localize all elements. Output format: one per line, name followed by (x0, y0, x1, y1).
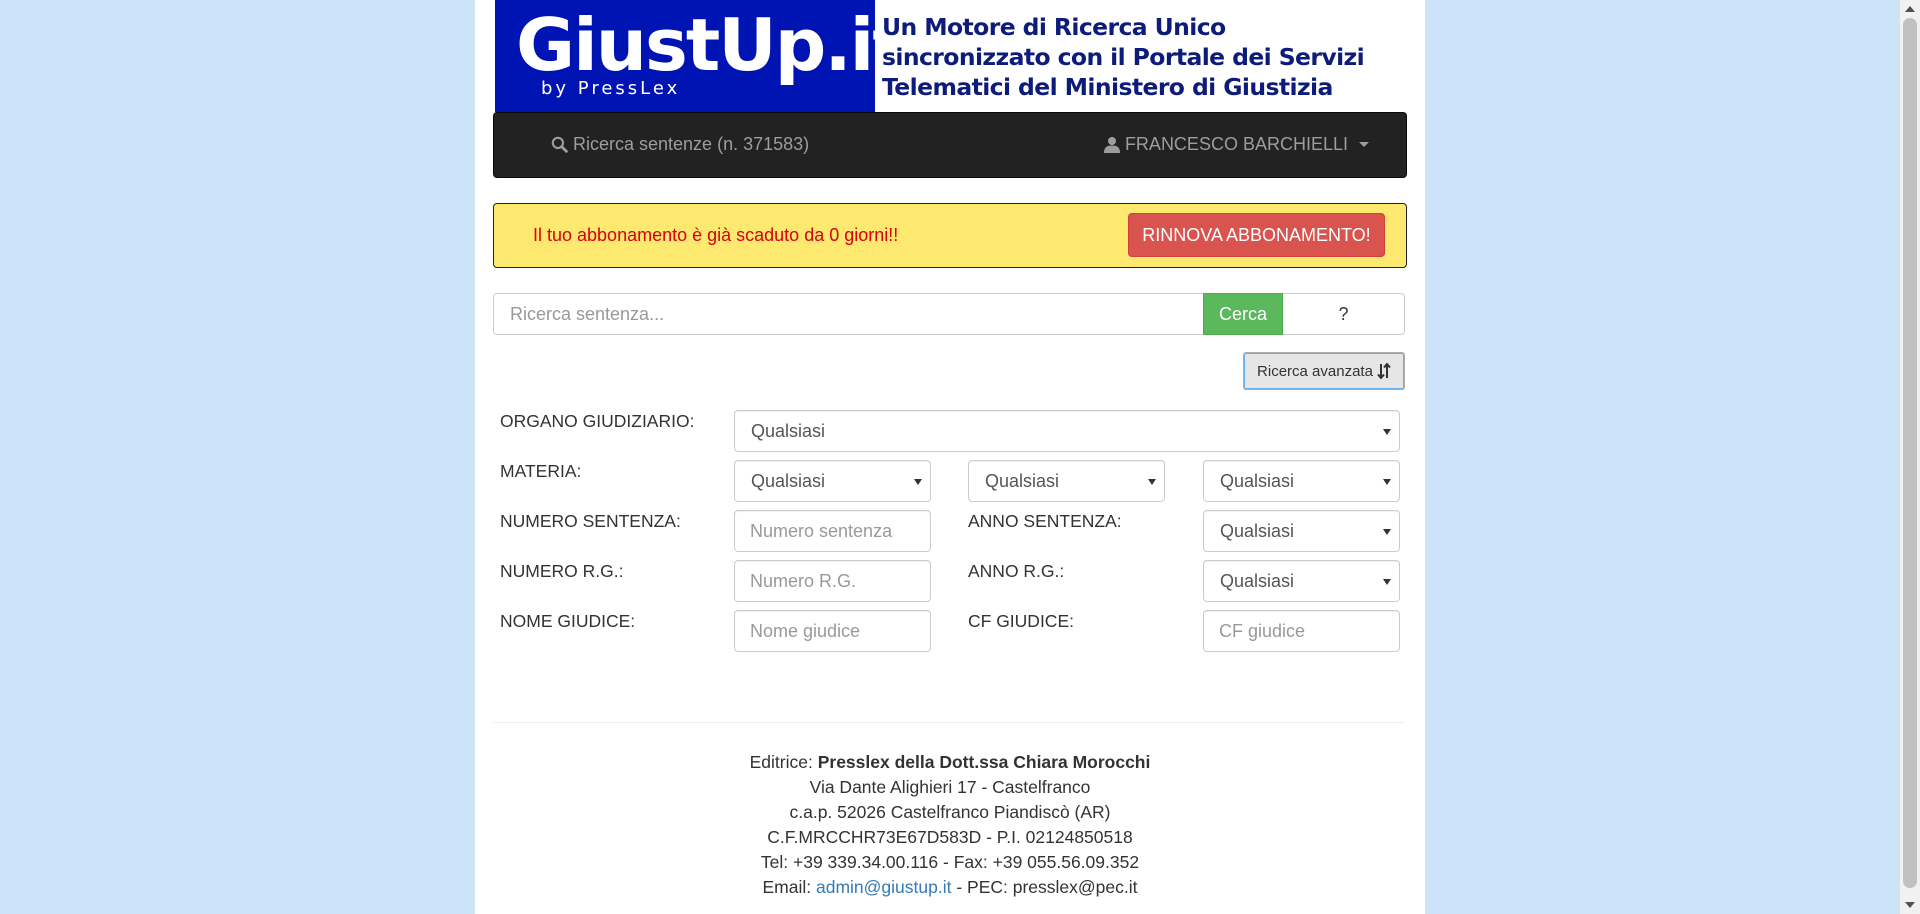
anno-sentenza-select[interactable]: Qualsiasi (1203, 510, 1400, 552)
footer: Editrice: Presslex della Dott.ssa Chiara… (475, 750, 1425, 900)
nav-search-link[interactable]: Ricerca sentenze (n. 371583) (551, 134, 809, 155)
materia-select-1[interactable]: Qualsiasi (734, 460, 931, 502)
anno-sentenza-label: ANNO SENTENZA: (968, 511, 1122, 531)
footer-pec: - PEC: presslex@pec.it (956, 877, 1138, 897)
nav-search-label: Ricerca sentenze (n. 371583) (573, 134, 810, 154)
search-button[interactable]: Cerca (1203, 293, 1283, 335)
footer-cf-pi: C.F.MRCCHR73E67D583D - P.I. 02124850518 (767, 827, 1133, 847)
anno-rg-value: Qualsiasi (1220, 570, 1295, 591)
tagline: Un Motore di Ricerca Unico sincronizzato… (882, 12, 1402, 102)
materia-select-2[interactable]: Qualsiasi (968, 460, 1165, 502)
footer-address: Via Dante Alighieri 17 - Castelfranco (809, 777, 1091, 797)
footer-editrice-name: Presslex della Dott.ssa Chiara Morocchi (817, 752, 1151, 772)
materia-select-3-value: Qualsiasi (1220, 470, 1295, 491)
chevron-down-icon (1383, 579, 1391, 585)
sort-icon (1377, 363, 1391, 379)
renew-subscription-button[interactable]: RINNOVA ABBONAMENTO! (1128, 213, 1385, 257)
chevron-down-icon (1383, 479, 1391, 485)
page-container: GiustUp.it by PressLex Un Motore di Rice… (475, 0, 1425, 914)
search-bar: Cerca ? (493, 293, 1405, 335)
tagline-line-1: Un Motore di Ricerca Unico (882, 13, 1226, 41)
footer-editrice-prefix: Editrice: (749, 752, 813, 772)
search-icon (551, 136, 568, 153)
materia-select-1-value: Qualsiasi (751, 470, 826, 491)
nome-giudice-input[interactable] (734, 610, 931, 652)
chevron-down-icon (1148, 479, 1156, 485)
organo-label: ORGANO GIUDIZIARIO: (500, 411, 695, 431)
materia-label: MATERIA: (500, 461, 582, 481)
anno-sentenza-value: Qualsiasi (1220, 520, 1295, 541)
subscription-alert: Il tuo abbonamento è già scaduto da 0 gi… (493, 203, 1407, 268)
footer-email-link[interactable]: admin@giustup.it (816, 877, 951, 897)
numero-sentenza-input[interactable] (734, 510, 931, 552)
numero-rg-label: NUMERO R.G.: (500, 561, 624, 581)
materia-select-3[interactable]: Qualsiasi (1203, 460, 1400, 502)
user-menu-dropdown[interactable]: FRANCESCO BARCHIELLI (1103, 134, 1369, 155)
anno-rg-label: ANNO R.G.: (968, 561, 1065, 581)
search-input[interactable] (493, 293, 1203, 335)
advanced-search-toggle[interactable]: Ricerca avanzata (1243, 352, 1405, 390)
advanced-search-label: Ricerca avanzata (1257, 362, 1373, 380)
help-button[interactable]: ? (1283, 293, 1405, 335)
organo-select-value: Qualsiasi (751, 420, 826, 441)
footer-editrice: Editrice: Presslex della Dott.ssa Chiara… (475, 750, 1425, 775)
chevron-down-icon (1383, 429, 1391, 435)
scroll-up-icon[interactable] (1905, 6, 1915, 12)
organo-select[interactable]: Qualsiasi (734, 410, 1400, 452)
numero-rg-input[interactable] (734, 560, 931, 602)
materia-select-2-value: Qualsiasi (985, 470, 1060, 491)
logo-title: GiustUp.it (516, 3, 907, 87)
footer-tel-fax: Tel: +39 339.34.00.116 - Fax: +39 055.56… (760, 852, 1140, 872)
navbar: Ricerca sentenze (n. 371583) FRANCESCO B… (493, 112, 1407, 178)
footer-email-prefix: Email: (762, 877, 812, 897)
footer-divider (493, 722, 1405, 723)
header-banner: GiustUp.it by PressLex Un Motore di Rice… (495, 0, 1410, 112)
cf-giudice-label: CF GIUDICE: (968, 611, 1074, 631)
scrollbar-thumb[interactable] (1903, 18, 1917, 888)
alert-message: Il tuo abbonamento è già scaduto da 0 gi… (533, 225, 899, 245)
scroll-down-icon[interactable] (1905, 902, 1915, 908)
anno-rg-select[interactable]: Qualsiasi (1203, 560, 1400, 602)
tagline-line-3: Telematici del Ministero di Giustizia (882, 73, 1333, 101)
chevron-down-icon (1359, 142, 1369, 147)
nome-giudice-label: NOME GIUDICE: (500, 611, 636, 631)
chevron-down-icon (1383, 529, 1391, 535)
page-scrollbar[interactable] (1900, 0, 1920, 914)
user-name: FRANCESCO BARCHIELLI (1124, 134, 1348, 154)
cf-giudice-input[interactable] (1203, 610, 1400, 652)
footer-email-line: Email: admin@giustup.it - PEC: presslex@… (475, 875, 1425, 900)
tagline-line-2: sincronizzato con il Portale dei Servizi (882, 43, 1365, 71)
logo-subtitle: by PressLex (541, 78, 681, 99)
logo[interactable]: GiustUp.it by PressLex (495, 0, 907, 112)
footer-cap: c.a.p. 52026 Castelfranco Piandiscò (AR) (789, 802, 1111, 822)
user-icon (1103, 137, 1120, 153)
chevron-down-icon (914, 479, 922, 485)
numero-sentenza-label: NUMERO SENTENZA: (500, 511, 681, 531)
